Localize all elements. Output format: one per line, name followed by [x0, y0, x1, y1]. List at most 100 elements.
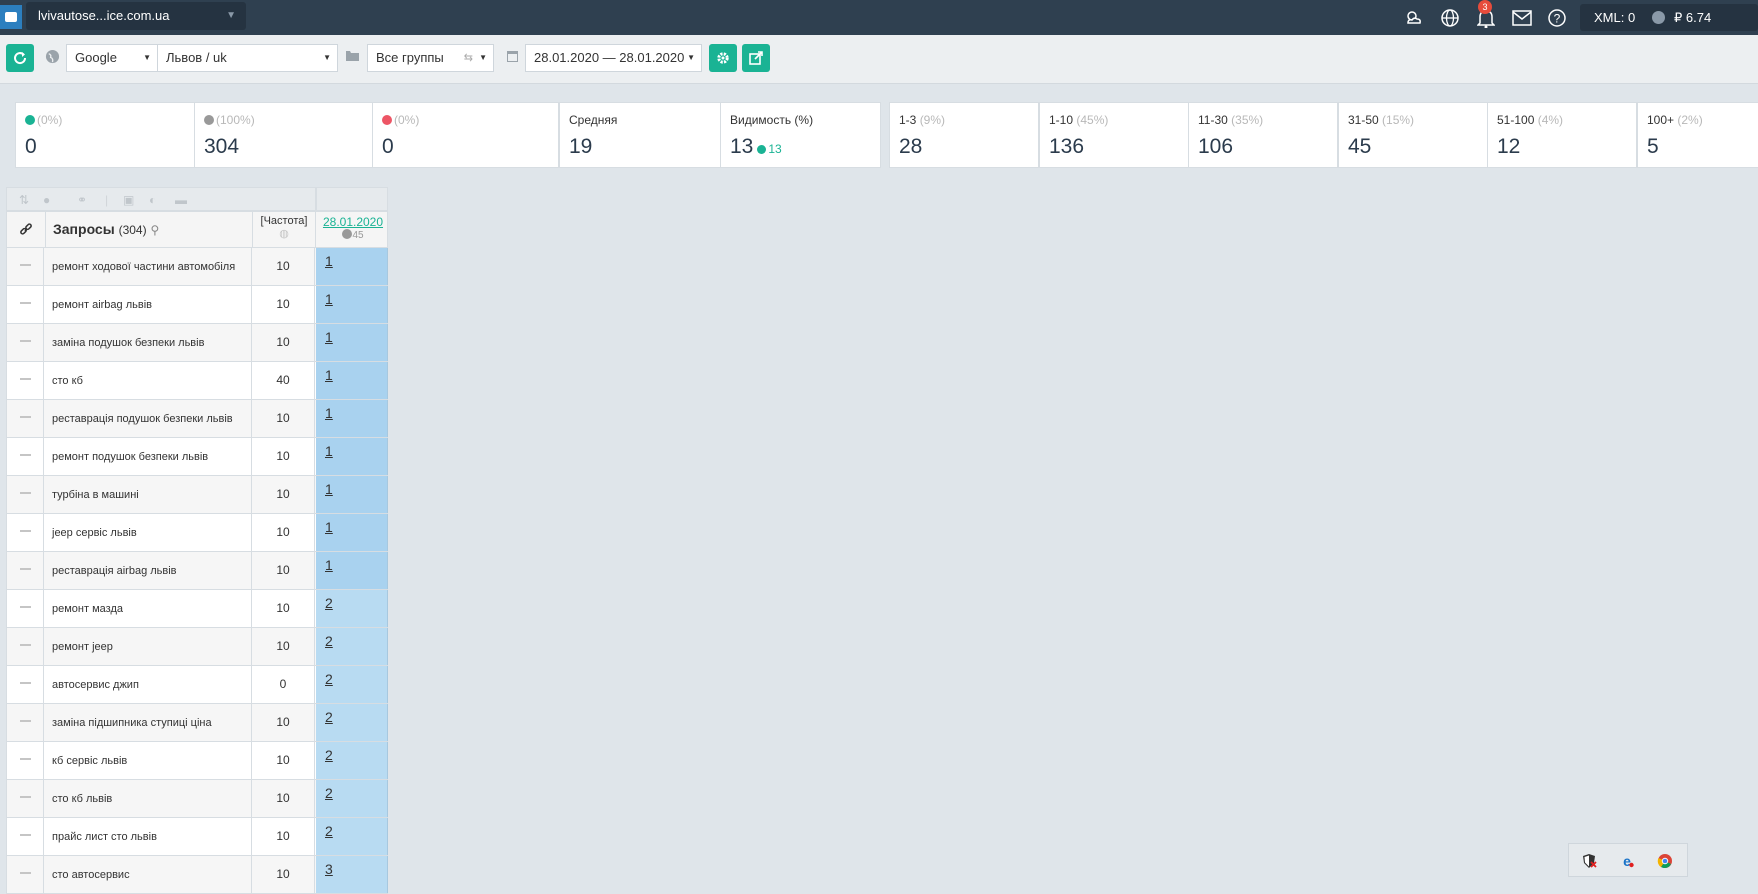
position-link[interactable]: 2 [325, 595, 333, 611]
save-icon[interactable]: ▣ [123, 193, 134, 207]
query-cell[interactable]: сто кб львів [52, 780, 248, 817]
search-icon[interactable]: ⚲ [150, 223, 159, 237]
contrast-icon[interactable]: ◐ [149, 193, 156, 207]
query-cell[interactable]: ремонт мазда [52, 590, 248, 627]
table-row: заміна підшипника ступиці ціна 10 2 [6, 704, 388, 742]
frequency-column-header[interactable]: [Частота] ◍ [252, 212, 316, 247]
row-status-cell [6, 590, 44, 627]
link-icon[interactable] [7, 212, 46, 247]
stat-down-card[interactable]: (0%) 0 [372, 102, 559, 168]
search-engine-select[interactable]: Google ▼ [66, 44, 158, 72]
position-link[interactable]: 1 [325, 557, 333, 573]
position-cell[interactable]: 1 [316, 286, 388, 323]
queries-column-header[interactable]: Запросы (304) ⚲ [53, 221, 159, 237]
query-cell[interactable]: заміна подушок безпеки львів [52, 324, 248, 361]
position-cell[interactable]: 1 [316, 438, 388, 475]
position-link[interactable]: 2 [325, 823, 333, 839]
query-cell[interactable]: ремонт airbag львів [52, 286, 248, 323]
date-range-select[interactable]: 28.01.2020 — 28.01.2020 ▼ [525, 44, 702, 72]
mail-icon[interactable] [1510, 6, 1534, 30]
date-header-link[interactable]: 28.01.2020 [317, 215, 389, 229]
position-cell[interactable]: 1 [316, 552, 388, 589]
position-link[interactable]: 1 [325, 519, 333, 535]
query-cell[interactable]: автосервис джип [52, 666, 248, 703]
toggle-icon[interactable]: ● [43, 193, 50, 207]
settings-button[interactable] [709, 44, 737, 72]
position-cell[interactable]: 1 [316, 476, 388, 513]
query-text: jeep сервіс львів [52, 526, 137, 539]
position-link[interactable]: 1 [325, 253, 333, 269]
row-status-cell [6, 742, 44, 779]
briefcase-icon[interactable] [0, 5, 22, 29]
position-link[interactable]: 2 [325, 633, 333, 649]
query-cell[interactable]: jeep сервіс львів [52, 514, 248, 551]
stat-range-51-100[interactable]: 51-100 (4%) 12 [1487, 102, 1637, 168]
project-selector[interactable]: lvivautose...ice.com.ua ▼ [26, 2, 246, 30]
query-cell[interactable]: сто автосервис [52, 856, 248, 893]
position-cell[interactable]: 2 [316, 628, 388, 665]
query-cell[interactable]: кб сервіс львів [52, 742, 248, 779]
stat-range-31-50[interactable]: 31-50 (15%) 45 [1338, 102, 1488, 168]
region-select[interactable]: Львов / uk ▼ [157, 44, 338, 72]
stat-same-card[interactable]: (100%) 304 [194, 102, 373, 168]
position-link[interactable]: 2 [325, 671, 333, 687]
weather-icon[interactable] [1402, 6, 1426, 30]
query-cell[interactable]: турбіна в машині [52, 476, 248, 513]
help-icon[interactable]: ? [1545, 6, 1569, 30]
group-select[interactable]: Все группы ⇆ ▼ [367, 44, 494, 72]
position-cell[interactable]: 1 [316, 362, 388, 399]
query-text: прайс лист сто львів [52, 830, 157, 843]
link-icon[interactable]: ⚭ [77, 193, 87, 207]
stat-range-11-30[interactable]: 11-30 (35%) 106 [1188, 102, 1338, 168]
query-cell[interactable]: ремонт ходової частини автомобіля [52, 248, 248, 285]
query-cell[interactable]: сто кб [52, 362, 248, 399]
position-cell[interactable]: 1 [316, 400, 388, 437]
folder-icon[interactable]: ▬ [175, 193, 187, 207]
group-value: Все группы [376, 50, 444, 65]
query-cell[interactable]: реставрація подушок безпеки львів [52, 400, 248, 437]
query-cell[interactable]: заміна підшипника ступиці ціна [52, 704, 248, 741]
shield-icon[interactable] [1580, 852, 1598, 870]
query-cell[interactable]: прайс лист сто львів [52, 818, 248, 855]
chevron-down-icon: ▼ [226, 10, 236, 21]
position-link[interactable]: 2 [325, 785, 333, 801]
position-link[interactable]: 3 [325, 861, 333, 877]
query-cell[interactable]: ремонт jeep [52, 628, 248, 665]
position-link[interactable]: 2 [325, 709, 333, 725]
position-link[interactable]: 1 [325, 405, 333, 421]
stat-up-card[interactable]: (0%) 0 [15, 102, 202, 168]
position-cell[interactable]: 3 [316, 856, 388, 893]
position-link[interactable]: 1 [325, 291, 333, 307]
position-link[interactable]: 1 [325, 367, 333, 383]
query-cell[interactable]: ремонт подушок безпеки львів [52, 438, 248, 475]
globe-icon [45, 49, 60, 67]
edge-browser-icon[interactable]: e [1618, 852, 1636, 870]
position-link[interactable]: 2 [325, 747, 333, 763]
position-cell[interactable]: 1 [316, 248, 388, 285]
frequency-cell: 10 [251, 856, 315, 893]
export-button[interactable] [742, 44, 770, 72]
position-cell[interactable]: 1 [316, 324, 388, 361]
chrome-browser-icon[interactable] [1656, 852, 1674, 870]
globe-icon[interactable] [1438, 6, 1462, 30]
sort-icon[interactable]: ⇅ [19, 193, 29, 207]
position-cell[interactable]: 2 [316, 780, 388, 817]
stat-range-100-plus[interactable]: 100+ (2%) 5 [1637, 102, 1758, 168]
position-cell[interactable]: 2 [316, 742, 388, 779]
position-cell[interactable]: 2 [316, 704, 388, 741]
stat-range-1-10[interactable]: 1-10 (45%) 136 [1039, 102, 1189, 168]
position-link[interactable]: 1 [325, 329, 333, 345]
position-link[interactable]: 1 [325, 443, 333, 459]
balance-box[interactable]: XML: 0 ₽ 6.74 [1580, 4, 1758, 31]
position-cell[interactable]: 2 [316, 666, 388, 703]
position-link[interactable]: 1 [325, 481, 333, 497]
position-cell[interactable]: 2 [316, 590, 388, 627]
position-cell[interactable]: 1 [316, 514, 388, 551]
frequency-cell: 10 [251, 590, 315, 627]
date-column-header[interactable]: 28.01.2020 45 [317, 212, 389, 247]
query-cell[interactable]: реставрація airbag львів [52, 552, 248, 589]
stat-range-1-3[interactable]: 1-3 (9%) 28 [889, 102, 1039, 168]
arrow-down-icon [382, 115, 392, 125]
position-cell[interactable]: 2 [316, 818, 388, 855]
refresh-button[interactable] [6, 44, 34, 72]
